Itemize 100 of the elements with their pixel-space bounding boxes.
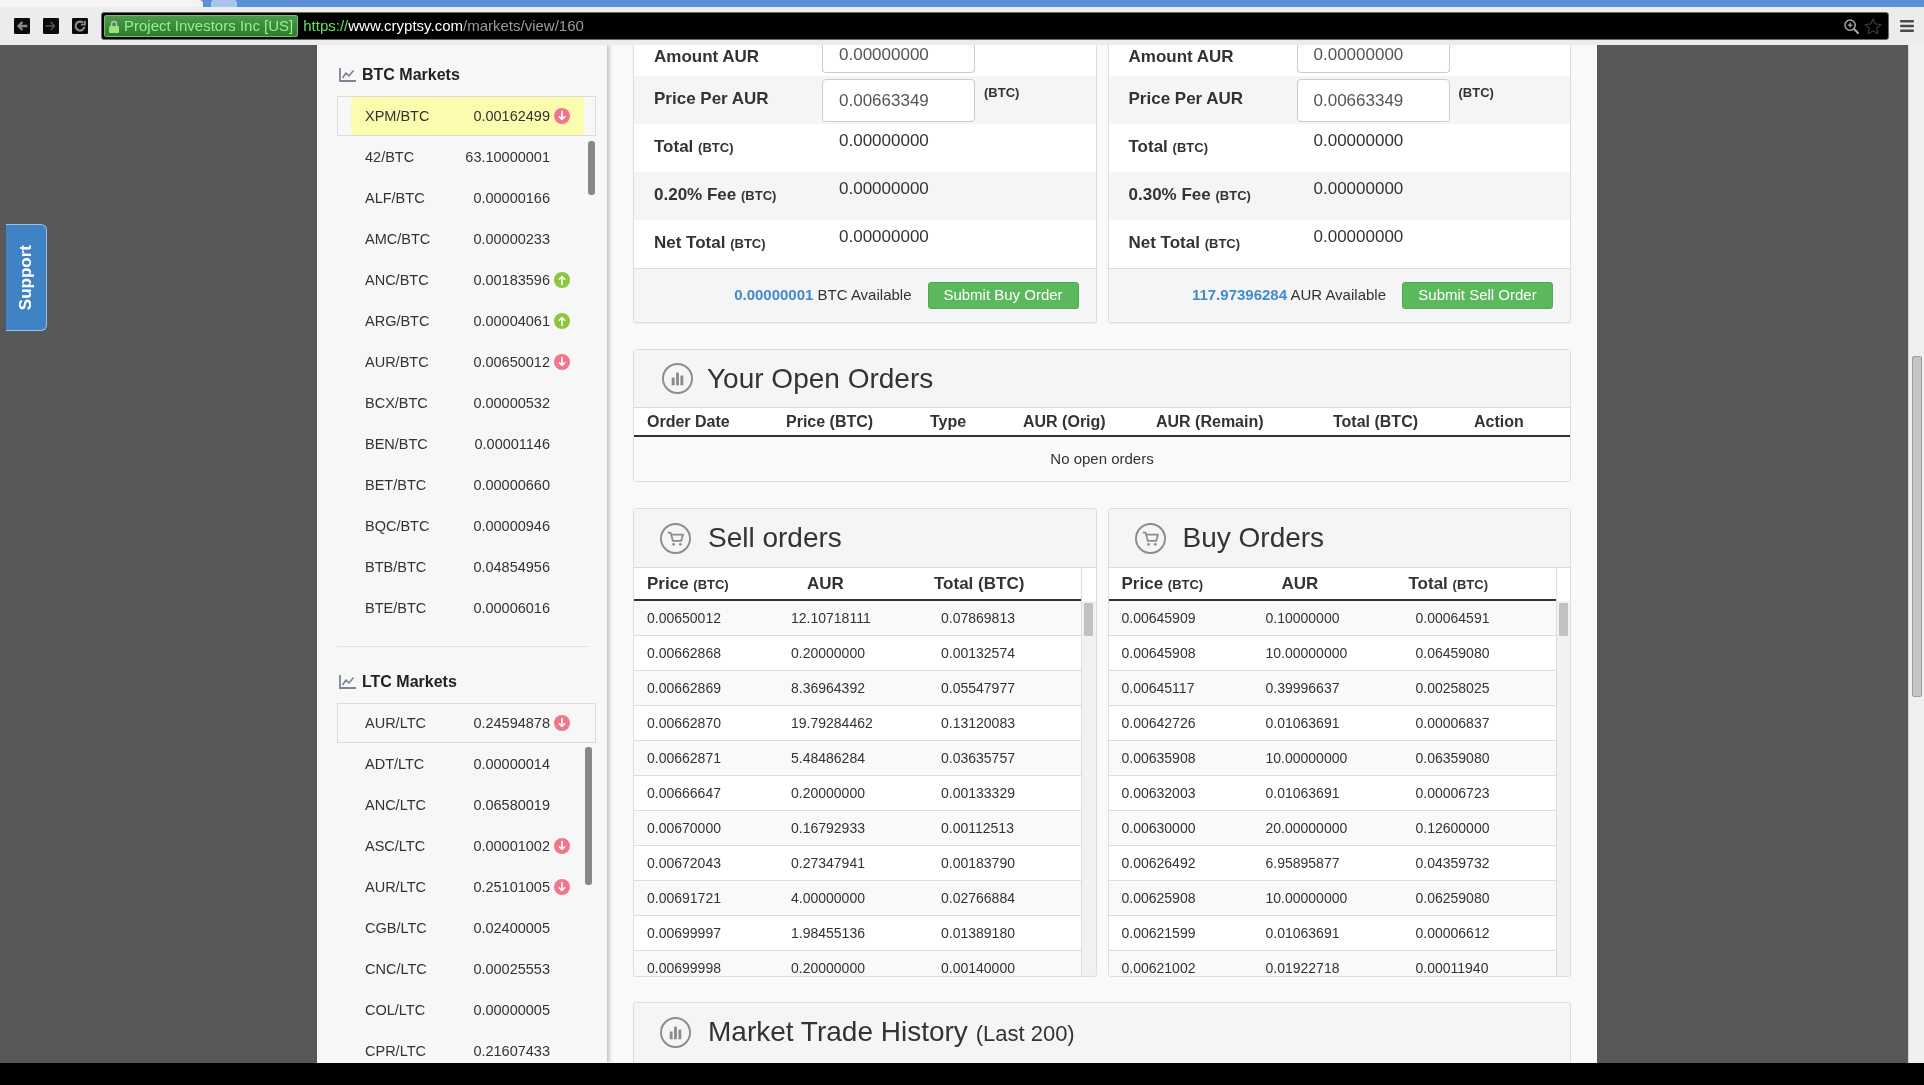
table-cell-text: 0.06259080 — [1415, 888, 1490, 908]
market-pair[interactable]: ANC/BTC — [365, 271, 429, 288]
market-pair[interactable]: ALF/BTC — [365, 189, 425, 206]
table-cell-text: 6.95895877 — [1265, 853, 1340, 873]
table-cell-text: 0.00632003 — [1121, 783, 1196, 803]
market-price: 0.00004061 — [473, 312, 550, 329]
table-cell-text: 19.79284462 — [791, 713, 873, 733]
column-header: Type — [930, 411, 967, 432]
market-price: 0.00000233 — [473, 230, 550, 247]
table-cell-text: 10.00000000 — [1265, 888, 1348, 908]
scrollbar-thumb[interactable] — [1912, 356, 1922, 697]
field-value: 0.00000000 — [839, 227, 929, 246]
market-price: 0.00183596 — [473, 271, 550, 288]
market-pair[interactable]: AUR/BTC — [365, 353, 429, 370]
column-header: Total (BTC) — [1408, 572, 1488, 595]
market-price: 0.00025553 — [473, 960, 550, 977]
scrollbar-thumb[interactable] — [588, 141, 595, 195]
market-pair[interactable]: BTE/BTC — [365, 599, 427, 616]
input-field[interactable]: 0.00000000 — [822, 45, 975, 73]
left-arrow-icon[interactable] — [14, 18, 30, 34]
star-icon[interactable] — [1864, 17, 1882, 35]
unit-label: (BTC) — [984, 85, 1020, 101]
field-label: Total (BTC) — [1128, 137, 1208, 156]
scrollbar-thumb[interactable] — [1558, 603, 1568, 636]
input-field[interactable]: 0.00663349 — [822, 79, 975, 122]
market-pair[interactable]: BCX/BTC — [365, 394, 428, 411]
table-cell-text: 0.00699998 — [647, 958, 721, 976]
market-price: 0.21607433 — [473, 1042, 550, 1059]
table-cell-text: 0.13120083 — [941, 713, 1015, 733]
line-chart-icon — [339, 68, 356, 82]
table-cell-text: 20.00000000 — [1265, 818, 1348, 838]
scrollbar-thumb[interactable] — [585, 747, 592, 885]
table-cell-text: 0.00006723 — [1415, 783, 1490, 803]
right-arrow-icon[interactable] — [43, 18, 59, 34]
table-cell-text: 0.00666647 — [647, 783, 721, 803]
support-tab[interactable]: Support — [6, 224, 47, 331]
column-header: Price (BTC) — [647, 572, 729, 595]
market-pair[interactable]: XPM/BTC — [365, 108, 430, 124]
table-cell-text: 0.05547977 — [941, 678, 1015, 698]
market-pair[interactable]: BQC/BTC — [365, 517, 430, 534]
table-cell-text: 0.16792933 — [791, 818, 865, 838]
market-pair[interactable]: ASC/LTC — [365, 837, 426, 854]
column-header: Order Date — [647, 411, 730, 432]
table-cell-text: 0.00621599 — [1121, 923, 1196, 943]
table-cell-text: 0.00183790 — [941, 853, 1015, 873]
field-value: 0.00000000 — [839, 179, 929, 198]
field-label: 0.20% Fee (BTC) — [654, 185, 777, 204]
market-price: 0.00000014 — [473, 755, 550, 772]
zoom-in-icon[interactable] — [1844, 18, 1859, 34]
browser-tab[interactable] — [0, 0, 203, 7]
market-pair[interactable]: BEN/BTC — [365, 435, 428, 452]
table-cell-text: 0.06459080 — [1415, 643, 1490, 663]
market-row[interactable]: AUR/LTC 0.24594878 — [337, 703, 596, 743]
market-pair[interactable]: CGB/LTC — [365, 919, 427, 936]
market-price: 0.00162499 — [473, 108, 550, 124]
market-pair[interactable]: CPR/LTC — [365, 1042, 426, 1059]
table-cell-text: 0.00642726 — [1121, 713, 1196, 733]
column-header: Total (BTC) — [1333, 411, 1418, 432]
market-pair[interactable]: 42/BTC — [365, 148, 415, 165]
reload-icon[interactable] — [72, 18, 88, 34]
address-bar[interactable]: Project Investors Inc [US] https://www.cryptsy.com/markets/view/160 — [101, 12, 1889, 40]
field-label: Price Per AUR — [1128, 89, 1244, 108]
market-price: 0.02400005 — [473, 919, 550, 936]
market-pair[interactable]: BTB/BTC — [365, 558, 427, 575]
panel-title: Market Trade History (Last 200) — [708, 1015, 1075, 1049]
table-cell-text: 4.00000000 — [791, 888, 865, 908]
market-pair[interactable]: AMC/BTC — [365, 230, 431, 247]
table-cell-text: 8.36964392 — [791, 678, 865, 698]
table-cell-text: 0.10000000 — [1265, 608, 1340, 628]
market-pair[interactable]: CNC/LTC — [365, 960, 427, 977]
empty-message: No open orders — [1050, 448, 1154, 469]
table-cell-text: 0.00006837 — [1415, 713, 1490, 733]
input-field[interactable]: 0.00663349 — [1296, 79, 1450, 122]
table-cell-text: 0.03635757 — [941, 748, 1015, 768]
market-row[interactable]: XPM/BTC 0.00162499 — [337, 96, 596, 136]
market-pair[interactable]: AUR/LTC — [365, 878, 426, 895]
market-price: 0.06580019 — [473, 796, 550, 813]
panel-title: Buy Orders — [1182, 522, 1325, 554]
new-tab-button[interactable] — [211, 0, 237, 7]
market-pair[interactable]: AUR/LTC — [365, 715, 426, 731]
table-cell-text: 0.06359080 — [1415, 748, 1490, 768]
table-cell-text: 0.01389180 — [941, 923, 1015, 943]
menu-icon[interactable] — [1900, 20, 1914, 32]
market-pair[interactable]: ANC/LTC — [365, 796, 426, 813]
table-cell-text: 0.01063691 — [1265, 713, 1340, 733]
url-text: https://www.cryptsy.com/markets/view/160 — [303, 17, 584, 35]
table-cell-text: 0.20000000 — [791, 958, 865, 976]
scrollbar-thumb[interactable] — [1084, 603, 1093, 636]
bar-chart-icon — [660, 1017, 691, 1048]
market-pair[interactable]: BET/BTC — [365, 476, 427, 493]
market-pair[interactable]: ADT/LTC — [365, 755, 425, 772]
table-cell-text: 0.00662870 — [647, 713, 721, 733]
bar-chart-icon — [662, 363, 693, 394]
table-cell-text: 0.00650012 — [647, 608, 721, 628]
table-cell-text: 0.00011940 — [1415, 958, 1489, 976]
market-pair[interactable]: ARG/BTC — [365, 312, 430, 329]
market-pair[interactable]: COL/LTC — [365, 1001, 426, 1018]
input-field[interactable]: 0.00000000 — [1296, 45, 1450, 73]
field-label: Amount AUR — [1128, 47, 1234, 66]
table-cell-text: 0.02766884 — [941, 888, 1015, 908]
